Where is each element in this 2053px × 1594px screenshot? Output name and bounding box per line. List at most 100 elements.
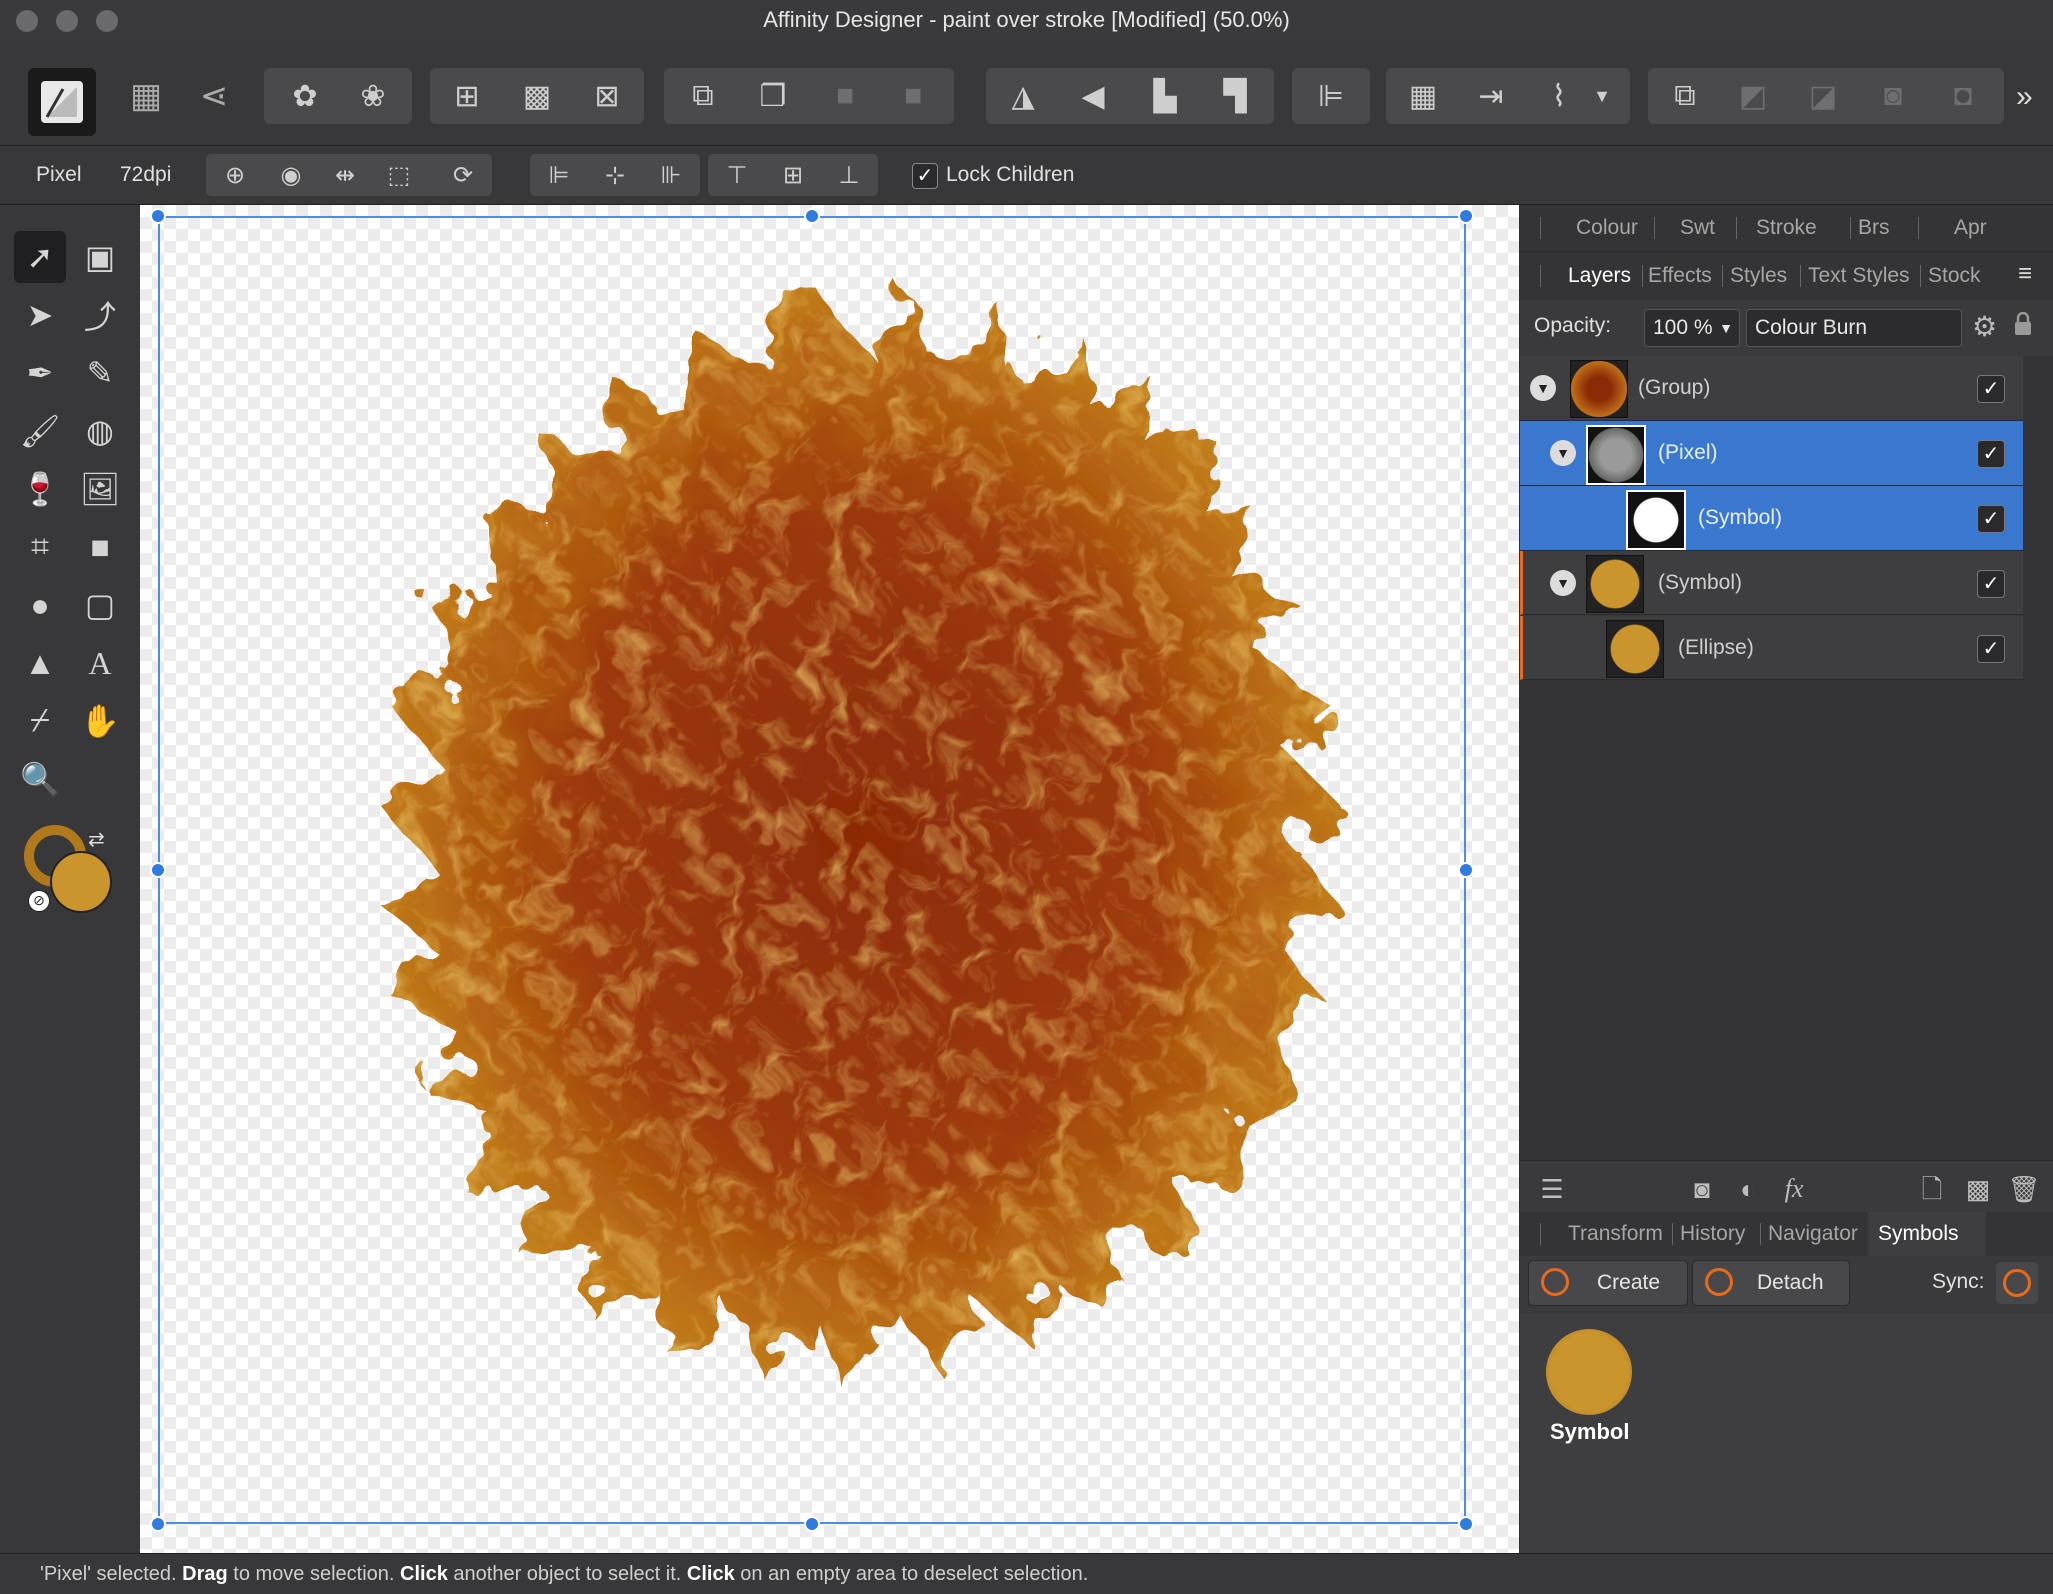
show-transform-button[interactable]: ◉ [264, 154, 318, 196]
detach-symbol-button[interactable]: Detach [1692, 1260, 1850, 1306]
snapping-button[interactable]: ⊠ [574, 68, 640, 124]
node-tool[interactable]: ➤ [14, 289, 66, 341]
tab-stock[interactable]: Stock [1928, 264, 1981, 288]
align-bottom-button[interactable]: ⊥ [822, 154, 876, 196]
pen-tool[interactable]: ✒ [14, 347, 66, 399]
layer-row-group[interactable]: ▼ (Group) ✓ [1520, 356, 2023, 421]
view-tool[interactable]: ✋ [74, 695, 126, 747]
fill-colour-well[interactable] [50, 851, 112, 913]
insert-inside-button[interactable]: ▦ [1390, 68, 1456, 124]
selection-handle-top[interactable] [804, 208, 820, 224]
zoom-tool[interactable]: 🔍 [14, 753, 66, 805]
trash-icon[interactable]: 🗑 [2006, 1171, 2042, 1207]
add-pixel-layer-icon[interactable]: ▩ [1960, 1171, 1996, 1207]
vector-brush-tool[interactable]: 🖌 [14, 405, 66, 457]
toolbar-overflow-button[interactable]: » [2016, 80, 2046, 116]
lock-icon[interactable] [2014, 311, 2032, 336]
symbol-thumbnail[interactable] [1546, 1329, 1632, 1415]
transparency-tool[interactable]: 🍷 [14, 463, 66, 515]
colour-picker-tool[interactable]: ⌿ [14, 695, 66, 747]
layer-visibility-checkbox[interactable]: ✓ [1977, 570, 2005, 598]
fx-icon[interactable]: fx [1776, 1171, 1812, 1207]
move-tool[interactable]: ➚ [14, 231, 66, 283]
view-mode-button[interactable]: ⊞ [434, 68, 500, 124]
snapping-dropdown[interactable]: ▼ [1582, 68, 1622, 124]
create-symbol-button[interactable]: Create [1528, 1260, 1688, 1306]
tab-transform[interactable]: Transform [1568, 1222, 1663, 1246]
expand-arrow-icon[interactable]: ▼ [1550, 440, 1576, 466]
selection-handle-top-left[interactable] [150, 208, 166, 224]
move-forward-one-button[interactable]: ■ [812, 68, 878, 124]
swap-colours-icon[interactable]: ⇄ [88, 827, 105, 852]
opacity-field[interactable]: 100 % ▼ [1644, 309, 1740, 347]
tab-stroke[interactable]: Stroke [1756, 216, 1817, 240]
tab-brushes[interactable]: Brs [1858, 216, 1890, 240]
dpi-button[interactable]: 72dpi [120, 146, 171, 204]
no-colour-icon[interactable]: ⊘ [28, 890, 50, 912]
pixel-persona-button[interactable]: ▦ [118, 68, 174, 124]
layers-stack-icon[interactable]: ☰ [1534, 1171, 1570, 1207]
layer-row-pixel[interactable]: ▼ (Pixel) ✓ [1520, 421, 2023, 486]
tab-swatches[interactable]: Swt [1680, 216, 1715, 240]
align-left-button[interactable]: ⊫ [532, 154, 586, 196]
lock-children-checkbox[interactable]: ✓ [912, 163, 938, 189]
selection-handle-bottom[interactable] [804, 1516, 820, 1532]
layer-row-ellipse[interactable]: (Ellipse) ✓ [1520, 616, 2023, 680]
artboard-tool[interactable]: ▣ [74, 231, 126, 283]
tab-styles[interactable]: Styles [1730, 264, 1787, 288]
align-top-button[interactable]: ⊤ [710, 154, 764, 196]
layer-row-symbol[interactable]: ▼ (Symbol) ✓ [1520, 551, 2023, 615]
transform-origin-button[interactable]: ⊕ [208, 154, 262, 196]
flip-horizontal-button[interactable]: ◮ [990, 68, 1056, 124]
align-button[interactable]: ⊫ [1298, 68, 1364, 124]
flip-vertical-button[interactable]: ◀ [1060, 68, 1126, 124]
fill-tool[interactable]: ◍ [74, 405, 126, 457]
add-layer-icon[interactable]: 🗋 [1914, 1171, 1950, 1207]
pixel-view-button[interactable]: ▩ [504, 68, 570, 124]
adjustment-icon[interactable]: ◐ [1730, 1171, 1766, 1207]
align-right-button[interactable]: ⊪ [644, 154, 698, 196]
add-mask-icon[interactable]: ◙ [1684, 1171, 1720, 1207]
assets-button[interactable]: ❀ [340, 68, 406, 124]
rotate-mode-button[interactable]: ⟳ [436, 154, 490, 196]
selection-handle-bottom-left[interactable] [150, 1516, 166, 1532]
layer-visibility-checkbox[interactable]: ✓ [1977, 505, 2005, 533]
triangle-tool[interactable]: ▲ [14, 637, 66, 689]
expand-arrow-icon[interactable]: ▼ [1530, 375, 1556, 401]
sync-toggle-button[interactable] [1996, 1262, 2038, 1304]
blend-mode-select[interactable]: Colour Burn [1746, 309, 1962, 347]
crop-tool[interactable]: ⌗ [14, 521, 66, 573]
place-image-tool[interactable]: 🖼 [74, 463, 126, 515]
flip-transform-button[interactable]: ⇹ [318, 154, 372, 196]
layer-visibility-checkbox[interactable]: ✓ [1977, 635, 2005, 663]
tab-history[interactable]: History [1680, 1222, 1745, 1246]
tab-text-styles[interactable]: Text Styles [1808, 264, 1910, 288]
layers-scrollbar[interactable] [2023, 356, 2053, 1160]
tab-appearance[interactable]: Apr [1954, 216, 1987, 240]
layers-empty-area[interactable] [1520, 680, 2023, 1160]
tab-colour[interactable]: Colour [1576, 216, 1638, 240]
selection-handle-top-right[interactable] [1458, 208, 1474, 224]
move-back-one-button[interactable]: ❐ [740, 68, 806, 124]
rotate-left-button[interactable]: ▙ [1132, 68, 1198, 124]
move-to-front-button[interactable]: ■ [880, 68, 946, 124]
selection-bounding-box[interactable] [158, 216, 1466, 1524]
add-boolean-button[interactable]: ⧉ [1652, 68, 1718, 124]
move-to-back-button[interactable]: ⧉ [670, 68, 736, 124]
tab-symbols[interactable]: Symbols [1878, 1222, 1959, 1246]
align-middle-button[interactable]: ⊞ [766, 154, 820, 196]
align-center-button[interactable]: ⊹ [588, 154, 642, 196]
intersect-boolean-button[interactable]: ◪ [1790, 68, 1856, 124]
export-persona-button[interactable]: ⋖ [186, 68, 242, 124]
designer-persona-button[interactable] [28, 68, 96, 136]
selection-handle-right[interactable] [1458, 862, 1474, 878]
layer-visibility-checkbox[interactable]: ✓ [1977, 375, 2005, 403]
insert-behind-button[interactable]: ⇥ [1458, 68, 1524, 124]
layer-row-symbol-child[interactable]: (Symbol) ✓ [1520, 486, 2023, 551]
subtract-boolean-button[interactable]: ◩ [1720, 68, 1786, 124]
pencil-tool[interactable]: ✎ [74, 347, 126, 399]
text-tool[interactable]: A [74, 637, 126, 689]
rounded-rectangle-tool[interactable]: ▢ [74, 579, 126, 631]
tab-effects[interactable]: Effects [1648, 264, 1712, 288]
tab-navigator[interactable]: Navigator [1768, 1222, 1858, 1246]
